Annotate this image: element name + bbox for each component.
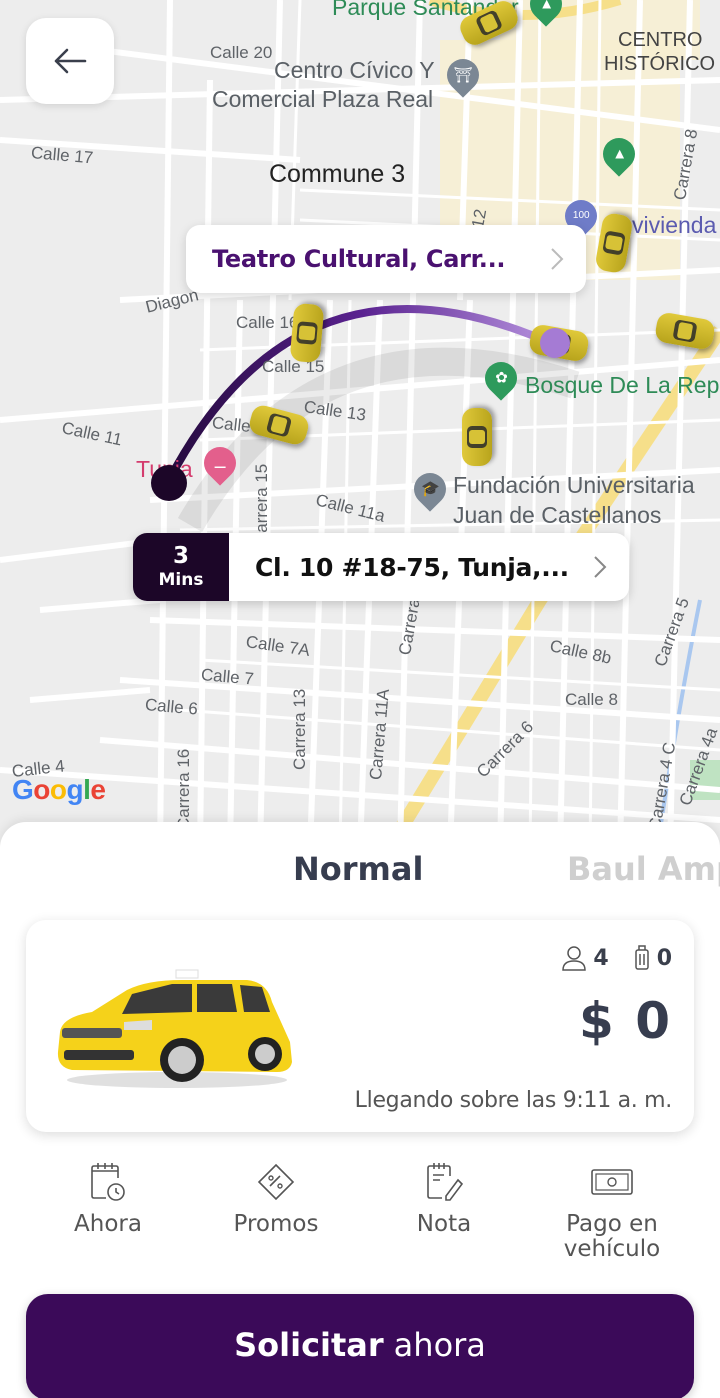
origin-marker (151, 465, 187, 501)
option-label: Ahora (74, 1211, 142, 1237)
request-button-bold: Solicitar (234, 1326, 384, 1364)
tab-baul-amplio[interactable]: Baul Amplio (567, 850, 720, 888)
map-label-centro-civico-1: Centro Cívico Y (274, 57, 435, 83)
capacity-info: 4 0 (561, 944, 672, 972)
map-label-fundacion-1: Fundación Universitaria (453, 472, 695, 498)
tab-normal[interactable]: Normal (293, 850, 423, 888)
map-label-carrera-16: Carrera 16 (174, 748, 193, 830)
option-label: Pago en vehículo (563, 1211, 661, 1262)
taxi-marker-icon (462, 408, 492, 466)
map-view[interactable]: Parque Santander Calle 20 Centro Cívico … (0, 0, 720, 850)
destination-bubble[interactable]: Teatro Cultural, Carr... (186, 225, 586, 293)
map-label-bosque: Bosque De La República (525, 372, 720, 398)
ride-options: Ahora Promos Nota Pago en vehículo (24, 1162, 696, 1272)
arrival-time: Llegando sobre las 9:11 a. m. (354, 1088, 673, 1113)
cash-icon (591, 1169, 633, 1195)
taxi-car-image (57, 969, 292, 1088)
back-button[interactable] (26, 18, 114, 104)
luggage-count: 0 (656, 945, 672, 971)
booking-sheet: Normal Baul Amplio 4 (0, 822, 720, 1398)
passenger-icon (562, 946, 587, 971)
option-promos[interactable]: Promos (192, 1162, 360, 1237)
option-ahora[interactable]: Ahora (24, 1162, 192, 1237)
map-label-fundacion-2: Juan de Castellanos (453, 502, 662, 528)
request-ride-button[interactable]: Solicitar ahora (26, 1294, 694, 1398)
map-label-calle-8: Calle 8 (565, 690, 618, 709)
option-nota[interactable]: Nota (360, 1162, 528, 1237)
calendar-clock-icon (91, 1163, 125, 1201)
origin-bubble[interactable]: 3 Mins Cl. 10 #18-75, Tunja,... (133, 533, 629, 601)
eta-value: 3 (172, 543, 189, 569)
vehicle-card[interactable]: 4 0 $ 0 Llegando sobre las 9:11 a. m. (26, 920, 694, 1132)
chevron-right-icon (551, 248, 564, 270)
destination-label: Teatro Cultural, Carr... (212, 245, 506, 273)
luggage-icon (634, 945, 649, 970)
origin-label: Cl. 10 #18-75, Tunja,... (255, 552, 569, 582)
coupon-tag-icon (257, 1163, 295, 1201)
map-label-vivienda: vivienda (632, 212, 717, 238)
service-tabs: Normal Baul Amplio (0, 850, 720, 900)
option-label: Nota (416, 1211, 472, 1237)
eta-unit: Mins (158, 570, 204, 590)
taxi-marker-icon (289, 302, 325, 364)
request-button-light: ahora (393, 1326, 486, 1364)
fare-price: $ 0 (579, 992, 672, 1050)
map-label-calle-16: Calle 16 (236, 313, 299, 332)
map-label-centro-historico-2: HISTÓRICO (604, 53, 716, 75)
note-pencil-icon (427, 1163, 464, 1201)
option-pago[interactable]: Pago en vehículo (528, 1162, 696, 1262)
map-label-centro-civico-2: Comercial Plaza Real (212, 86, 434, 112)
map-label-commune-3: Commune 3 (269, 160, 406, 188)
map-label-calle-20: Calle 20 (210, 43, 273, 62)
arrow-left-icon (54, 48, 87, 74)
option-label: Promos (233, 1211, 319, 1237)
google-logo: Google (12, 774, 106, 805)
chevron-right-icon (594, 556, 607, 578)
map-label-calle-12: Calle (211, 413, 252, 437)
map-label-carrera-13: Carrera 13 (290, 688, 309, 770)
eta-badge: 3 Mins (133, 533, 229, 601)
map-label-centro-historico-1: CENTRO (618, 29, 703, 51)
destination-marker (540, 328, 570, 358)
passenger-count: 4 (593, 945, 609, 971)
